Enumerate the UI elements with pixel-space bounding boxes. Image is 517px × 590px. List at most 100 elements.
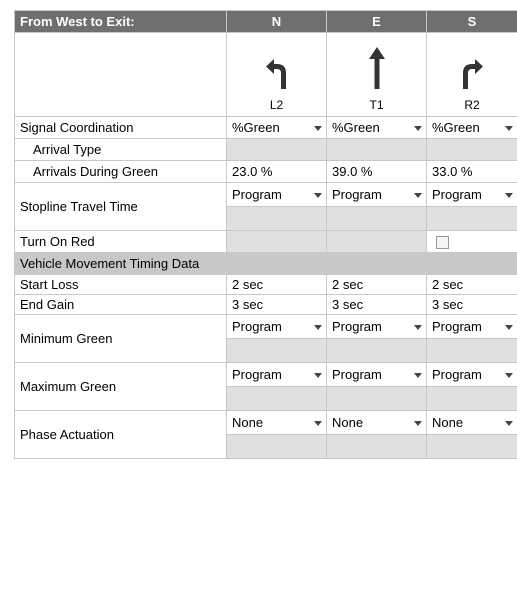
minimum-green-select-n[interactable]: Program [226,314,327,339]
turn-right-arrow-icon [463,59,483,89]
start-loss-input-s[interactable]: 2 sec [426,274,517,295]
movement-icon-row: L2 T1 R2 [14,32,517,117]
select-value: %Green [332,119,380,135]
end-gain-input-n[interactable]: 3 sec [226,294,327,315]
stopline-travel-time-select-e[interactable]: Program [326,182,427,207]
dropdown-caret-icon [314,325,322,330]
dropdown-caret-icon [414,373,422,378]
movement-settings-table: From West to Exit: N E S L2 T1 R2 Signal… [14,10,517,459]
start-loss-label: Start Loss [14,274,227,295]
dropdown-caret-icon [314,421,322,426]
minimum-green-value-e [326,338,427,363]
arrival-type-label: Arrival Type [14,138,227,161]
select-value: Program [332,187,382,202]
dropdown-caret-icon [414,421,422,426]
signal-coordination-label: Signal Coordination [14,116,227,139]
dropdown-caret-icon [505,421,513,426]
empty-label-cell [14,32,227,117]
select-value: Program [232,367,282,382]
minimum-green-value-n [226,338,327,363]
end-gain-input-e[interactable]: 3 sec [326,294,427,315]
maximum-green-select-s[interactable]: Program [426,362,517,387]
phase-actuation-select-s[interactable]: None [426,410,517,435]
minimum-green-select-e[interactable]: Program [326,314,427,339]
movement-cell-r2: R2 [426,32,517,117]
maximum-green-value-n [226,386,327,411]
dropdown-caret-icon [414,193,422,198]
stopline-travel-time-value-n [226,206,327,231]
maximum-green-select-n[interactable]: Program [226,362,327,387]
header-direction-e: E [326,10,427,33]
through-arrow-icon [368,47,385,89]
section-title: Vehicle Movement Timing Data [14,252,517,275]
maximum-green-select-e[interactable]: Program [326,362,427,387]
turn-on-red-cell-e [326,230,427,253]
movement-label: R2 [464,98,480,112]
maximum-green-value-e [326,386,427,411]
minimum-green-select-s[interactable]: Program [426,314,517,339]
minimum-green-value-s [426,338,517,363]
minimum-green-label: Minimum Green [14,314,227,363]
movement-cell-l2: L2 [226,32,327,117]
select-value: %Green [432,119,480,135]
phase-actuation-select-n[interactable]: None [226,410,327,435]
select-value: Program [432,187,482,202]
start-loss-row: Start Loss 2 sec 2 sec 2 sec [14,274,517,295]
phase-actuation-select-e[interactable]: None [326,410,427,435]
start-loss-input-n[interactable]: 2 sec [226,274,327,295]
stopline-travel-time-select-n[interactable]: Program [226,182,327,207]
maximum-green-value-s [426,386,517,411]
select-value: Program [432,367,482,382]
header-direction-n: N [226,10,327,33]
phase-actuation-value-e [326,434,427,459]
arrivals-during-green-input-n[interactable]: 23.0 % [226,160,327,183]
turn-on-red-checkbox[interactable] [436,236,449,250]
phase-actuation-value-n [226,434,327,459]
select-value: Program [232,187,282,202]
arrival-type-row: Arrival Type [14,138,517,161]
turn-on-red-row: Turn On Red [14,230,517,253]
dropdown-caret-icon [505,125,513,131]
end-gain-label: End Gain [14,294,227,315]
signal-coordination-select-n[interactable]: %Green [226,116,327,139]
select-value: Program [432,319,482,334]
arrival-type-cell-e [326,138,427,161]
select-value: None [232,415,264,430]
select-value: None [332,415,364,430]
maximum-green-label: Maximum Green [14,362,227,411]
phase-actuation-row: Phase Actuation None None None [14,410,517,459]
movement-cell-t1: T1 [326,32,427,117]
dropdown-caret-icon [414,125,422,131]
stopline-travel-time-select-s[interactable]: Program [426,182,517,207]
header-row: From West to Exit: N E S [14,10,517,33]
turn-on-red-cell-n [226,230,327,253]
arrival-type-cell-s [426,138,517,161]
arrivals-during-green-row: Arrivals During Green 23.0 % 39.0 % 33.0… [14,160,517,183]
select-value: Program [232,319,282,334]
turn-on-red-label: Turn On Red [14,230,227,253]
turn-on-red-cell-s [426,230,517,253]
section-header-row: Vehicle Movement Timing Data [14,252,517,275]
dropdown-caret-icon [414,325,422,330]
signal-coordination-select-e[interactable]: %Green [326,116,427,139]
movement-label: L2 [269,98,284,112]
arrivals-during-green-input-e[interactable]: 39.0 % [326,160,427,183]
dropdown-caret-icon [505,193,513,198]
select-value: Program [332,367,382,382]
arrivals-during-green-label: Arrivals During Green [14,160,227,183]
start-loss-input-e[interactable]: 2 sec [326,274,427,295]
dropdown-caret-icon [314,373,322,378]
header-title: From West to Exit: [14,10,227,33]
select-value: %Green [232,119,280,135]
minimum-green-row: Minimum Green Program Program Program [14,314,517,363]
stopline-travel-time-label: Stopline Travel Time [14,182,227,231]
end-gain-input-s[interactable]: 3 sec [426,294,517,315]
dropdown-caret-icon [314,125,322,131]
header-direction-s: S [426,10,517,33]
maximum-green-row: Maximum Green Program Program Program [14,362,517,411]
arrivals-during-green-input-s[interactable]: 33.0 % [426,160,517,183]
select-value: Program [332,319,382,334]
select-value: None [432,415,464,430]
movement-label: T1 [369,98,384,112]
signal-coordination-select-s[interactable]: %Green [426,116,517,139]
